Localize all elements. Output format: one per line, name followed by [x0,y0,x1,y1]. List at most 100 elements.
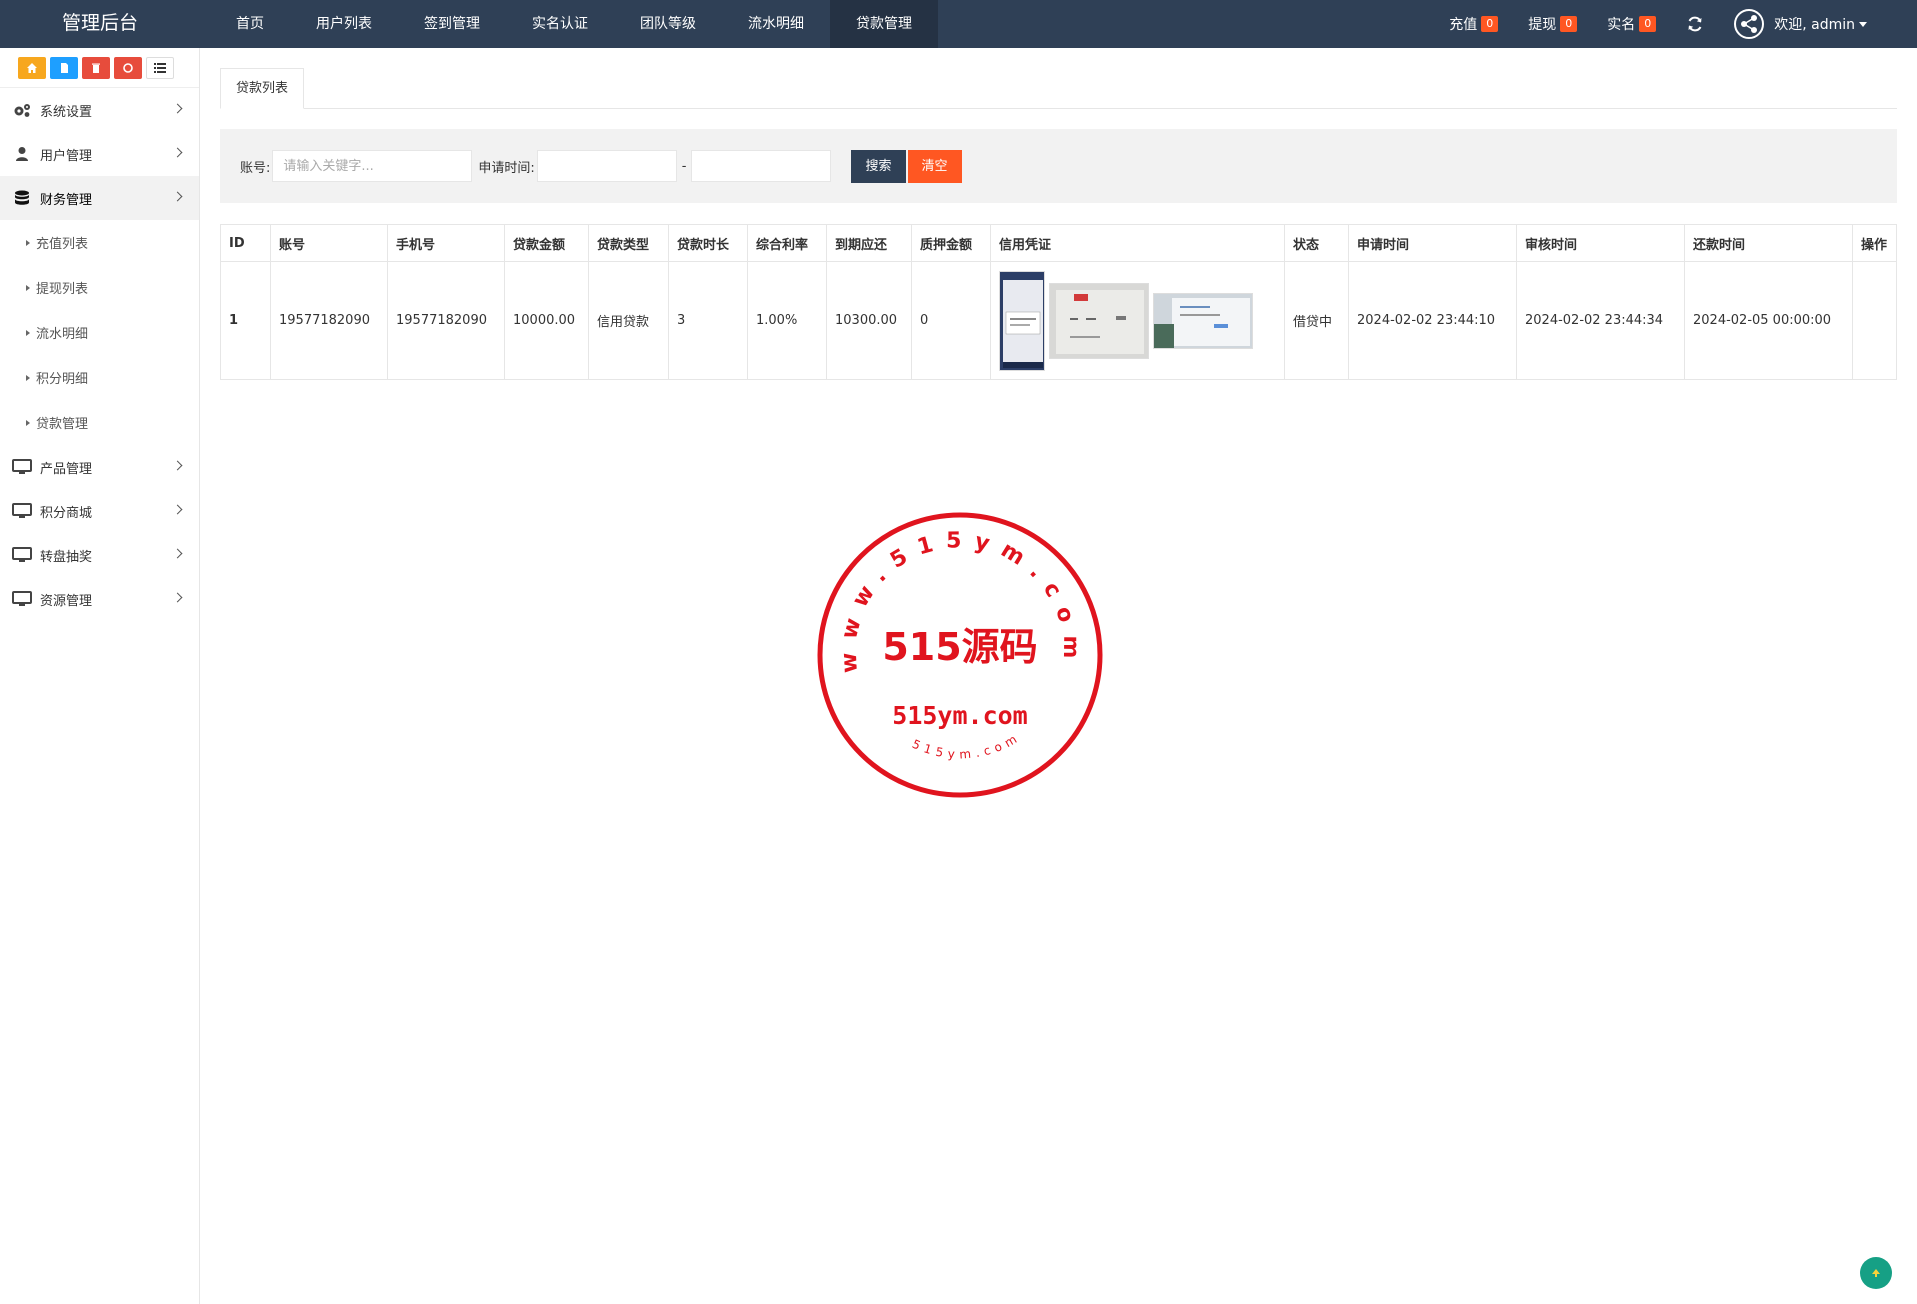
monitor-icon [12,547,32,563]
share-icon [1741,15,1758,33]
nav-flow-detail[interactable]: 流水明细 [722,0,830,48]
cell-due: 10300.00 [826,261,912,380]
watermark-ring-bottom: 515ym.com [910,730,1023,762]
document-shortcut-button[interactable] [50,56,78,79]
table-row: 1 19577182090 19577182090 10000.00 信用贷款 … [220,261,1897,380]
col-actions: 操作 [1852,224,1897,262]
sidebar-subitem-label: 积分明细 [36,372,89,387]
sidebar-subitem-label: 流水明细 [36,327,89,342]
sidebar-subitem-label: 提现列表 [36,282,89,297]
user-menu[interactable]: 欢迎, admin [1734,9,1867,39]
withdraw-label: 提现 [1528,17,1557,33]
credential-image-1[interactable] [999,270,1045,371]
monitor-icon [12,503,32,519]
col-id: ID [220,224,271,262]
withdraw-badge: 0 [1560,16,1578,32]
sidebar-item-points-mall[interactable]: 积分商城 [0,489,199,533]
col-type: 贷款类型 [588,224,669,262]
sidebar-item-lucky-wheel[interactable]: 转盘抽奖 [0,533,199,577]
caret-right-icon [26,329,30,336]
tab-loan-list[interactable]: 贷款列表 [220,68,305,109]
cell-account: 19577182090 [270,261,388,380]
user-icon [12,146,32,162]
chevron-right-icon [172,548,183,559]
nav-checkin[interactable]: 签到管理 [398,0,506,48]
sidebar-subitem-recharge-list[interactable]: 充值列表 [0,220,199,265]
clear-button[interactable]: 清空 [907,149,962,183]
refresh-icon[interactable] [1686,15,1704,33]
nav-team-level[interactable]: 团队等级 [614,0,722,48]
sidebar-item-label: 积分商城 [40,505,93,521]
nav-loan-management[interactable]: 贷款管理 [830,0,938,48]
search-form: 账号: 申请时间: - 搜索 清空 [220,129,1897,203]
chevron-right-icon [172,592,183,603]
home-icon [27,62,37,73]
cell-duration: 3 [668,261,748,380]
top-right-tools: 充值 0 提现 0 实名 0 欢迎, admin [1419,0,1867,48]
nav-user-list[interactable]: 用户列表 [290,0,398,48]
col-credential: 信用凭证 [990,224,1285,262]
cell-pledge: 0 [911,261,991,380]
nav-home[interactable]: 首页 [210,0,290,48]
chevron-right-icon [172,103,183,114]
sidebar-item-label: 资源管理 [40,593,93,609]
sidebar-subitem-points-detail[interactable]: 积分明细 [0,355,199,400]
cell-status: 借贷中 [1284,261,1349,380]
sidebar-item-label: 转盘抽奖 [40,549,93,565]
sidebar-item-user-management[interactable]: 用户管理 [0,132,199,176]
sidebar-subitem-loan-management[interactable]: 贷款管理 [0,400,199,445]
col-pledge: 质押金额 [911,224,991,262]
sidebar-item-system-settings[interactable]: 系统设置 [0,88,199,132]
home-shortcut-button[interactable] [18,56,46,79]
credential-image-2[interactable] [1049,282,1149,359]
realname-notice[interactable]: 实名 0 [1607,14,1657,34]
top-nav: 首页 用户列表 签到管理 实名认证 团队等级 流水明细 贷款管理 [210,0,938,48]
cell-phone: 19577182090 [387,261,505,380]
sidebar-item-product-management[interactable]: 产品管理 [0,445,199,489]
welcome-text: 欢迎, admin [1774,17,1855,33]
recharge-notice[interactable]: 充值 0 [1449,14,1499,34]
col-account: 账号 [270,224,388,262]
monitor-icon [12,591,32,607]
recycle-shortcut-button[interactable] [114,56,142,79]
withdraw-notice[interactable]: 提现 0 [1528,14,1578,34]
col-phone: 手机号 [387,224,505,262]
cell-type: 信用贷款 [588,261,669,380]
recharge-label: 充值 [1449,17,1478,33]
sidebar-item-label: 产品管理 [40,461,93,477]
chevron-right-icon [172,460,183,471]
top-bar: 管理后台 首页 用户列表 签到管理 实名认证 团队等级 流水明细 贷款管理 充值… [0,0,1917,48]
cell-id: 1 [220,261,271,380]
sidebar-item-finance-management[interactable]: 财务管理 [0,176,199,220]
chevron-right-icon [172,191,183,202]
account-search-input[interactable] [272,150,473,182]
loan-table: ID 账号 手机号 贷款金额 贷款类型 贷款时长 综合利率 到期应还 质押金额 … [220,224,1897,380]
sidebar-item-label: 用户管理 [40,148,93,164]
sidebar-subitem-flow-detail[interactable]: 流水明细 [0,310,199,355]
col-duration: 贷款时长 [668,224,748,262]
floating-action-button[interactable] [1860,1257,1892,1289]
apply-time-start-input[interactable] [536,150,677,182]
credential-image-3[interactable] [1153,292,1253,349]
app-title: 管理后台 [61,12,138,34]
list-toggle-button[interactable] [146,56,174,79]
recharge-badge: 0 [1481,16,1499,32]
col-status: 状态 [1284,224,1349,262]
sidebar-item-label: 系统设置 [40,104,93,120]
apply-time-end-input[interactable] [691,150,832,182]
chevron-down-icon [1859,21,1867,27]
nav-realname[interactable]: 实名认证 [506,0,614,48]
cell-audit-time: 2024-02-02 23:44:34 [1516,261,1685,380]
list-icon [154,62,166,73]
apply-time-label: 申请时间: [478,160,535,176]
document-icon [61,62,68,73]
search-button[interactable]: 搜索 [851,149,906,183]
sidebar-subitem-withdraw-list[interactable]: 提现列表 [0,265,199,310]
watermark-main-text: 515源码 [882,625,1037,669]
trash-shortcut-button[interactable] [82,56,110,79]
tab-bar: 贷款列表 [220,68,1897,109]
cell-actions [1852,261,1897,380]
caret-right-icon [26,239,30,246]
realname-badge: 0 [1639,16,1657,32]
sidebar-item-resource-management[interactable]: 资源管理 [0,577,199,621]
